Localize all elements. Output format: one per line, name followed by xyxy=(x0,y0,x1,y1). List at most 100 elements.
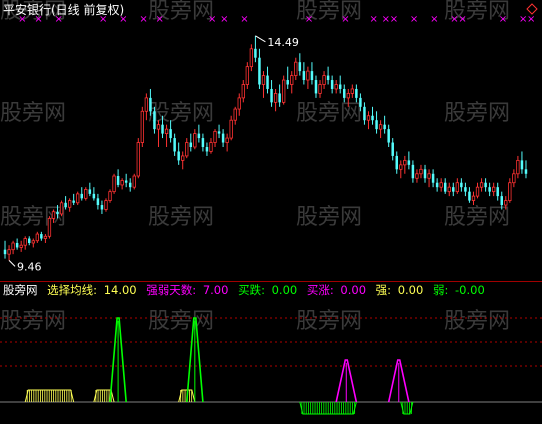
candle-body xyxy=(76,193,80,204)
candle-body xyxy=(193,133,197,148)
candle-body xyxy=(116,176,120,185)
candle-body xyxy=(322,75,326,85)
x-marker: × xyxy=(527,14,535,25)
candle-body xyxy=(407,160,411,165)
candle-body xyxy=(100,205,104,210)
candle-body xyxy=(237,97,241,110)
candle-body xyxy=(455,182,459,193)
x-marker: × xyxy=(208,14,216,25)
watermark-text: 股旁网 xyxy=(296,205,362,230)
candle-body xyxy=(435,182,439,188)
candle-body xyxy=(136,142,140,177)
x-marker: × xyxy=(240,14,248,25)
candle-body xyxy=(286,80,289,85)
candle-body xyxy=(423,169,427,179)
candle-body xyxy=(492,186,496,193)
candle-body xyxy=(452,187,455,192)
candle-body xyxy=(278,93,281,103)
x-marker: × xyxy=(155,14,163,25)
candle-body xyxy=(500,196,504,206)
candle-body xyxy=(35,233,39,242)
candle-body xyxy=(403,159,407,166)
x-marker: × xyxy=(341,14,349,25)
watermark-text: 股旁网 xyxy=(148,309,214,334)
corner-diamond[interactable] xyxy=(526,3,538,15)
watermark-text: 股旁网 xyxy=(0,309,66,334)
candle-body xyxy=(43,235,48,239)
candle-body xyxy=(144,97,149,112)
chart-title: 平安银行(日线 前复权) xyxy=(3,2,124,17)
candle-body xyxy=(504,200,508,206)
buy-rise-label: 买涨: xyxy=(307,283,334,297)
candle-body xyxy=(72,200,75,203)
high-price-label: 14.49 xyxy=(267,36,299,49)
candle-body xyxy=(266,75,269,89)
indicator-name: 股旁网 xyxy=(3,283,38,297)
candle-body xyxy=(64,202,67,208)
weak-label: 弱: xyxy=(433,283,448,297)
candle-body xyxy=(217,131,221,134)
candle-body xyxy=(56,211,59,214)
candle-body xyxy=(464,187,467,192)
candle-body xyxy=(516,159,520,175)
candle-body xyxy=(120,180,124,186)
candle-body xyxy=(245,66,249,85)
candle-body xyxy=(51,211,56,219)
candle-body xyxy=(185,142,189,157)
candle-body xyxy=(512,173,516,184)
candle-body xyxy=(164,128,169,135)
candle-body xyxy=(11,242,15,251)
candle-body xyxy=(415,173,419,179)
candle-body xyxy=(447,186,451,193)
candle-body xyxy=(298,62,302,72)
candle-body xyxy=(338,84,342,89)
high-marker-arrow xyxy=(255,35,266,43)
x-marker: × xyxy=(370,14,378,25)
candle-body xyxy=(314,80,318,94)
x-marker: × xyxy=(458,14,466,25)
candle-body xyxy=(189,142,193,147)
diamond-icon[interactable] xyxy=(526,3,538,15)
low-marker-arrow xyxy=(8,260,16,267)
candle-body xyxy=(387,129,390,143)
kline-chart[interactable]: 股旁网 股旁网 股旁网 股旁网股旁网 股旁网 股旁网 股旁网股旁网 股旁网 股旁网 股旁网股旁网股… xyxy=(0,0,542,424)
candle-body xyxy=(161,124,164,134)
candle-body xyxy=(209,142,213,152)
watermark-text: 股旁网 xyxy=(148,101,214,126)
candle-body xyxy=(306,70,310,81)
strength-days-label: 强弱天数: xyxy=(146,283,196,297)
watermark-text: 股旁网 xyxy=(148,205,214,230)
candle-body xyxy=(270,88,273,103)
candle-body xyxy=(40,234,43,239)
candle-body xyxy=(27,238,31,243)
candle-body xyxy=(294,61,298,76)
candle-body xyxy=(213,130,217,143)
chart-window: 股旁网 股旁网 股旁网 股旁网 股旁网 股旁网 股旁网 股旁网 股旁网 股旁网 股旁网 股旁网 股旁网股… xyxy=(0,0,542,424)
candle-body xyxy=(23,238,27,246)
candle-body xyxy=(363,106,366,121)
candle-body xyxy=(439,182,443,188)
watermark-text: 股旁网 xyxy=(296,101,362,126)
candle-body xyxy=(479,182,484,188)
candle-body xyxy=(124,180,128,183)
candle-body xyxy=(96,198,100,206)
x-marker: × xyxy=(305,14,313,25)
candle-body xyxy=(128,182,132,188)
buy-rise-value: 0.00 xyxy=(340,283,366,297)
candle-body xyxy=(346,93,350,99)
candle-body xyxy=(508,182,512,201)
low-price-label: 9.46 xyxy=(17,260,42,273)
candle-body xyxy=(92,193,96,199)
candle-body xyxy=(443,182,447,192)
candle-body xyxy=(59,202,64,215)
strong-value: 0.00 xyxy=(398,283,424,297)
candle-body xyxy=(258,57,261,85)
x-marker: × xyxy=(410,14,418,25)
candle-body xyxy=(488,187,491,192)
candle-body xyxy=(302,71,306,81)
candle-body xyxy=(104,200,108,210)
candle-body xyxy=(383,124,386,130)
candle-body xyxy=(249,48,254,68)
candle-body xyxy=(468,191,471,201)
buy-fall-label: 买跌: xyxy=(238,283,265,297)
